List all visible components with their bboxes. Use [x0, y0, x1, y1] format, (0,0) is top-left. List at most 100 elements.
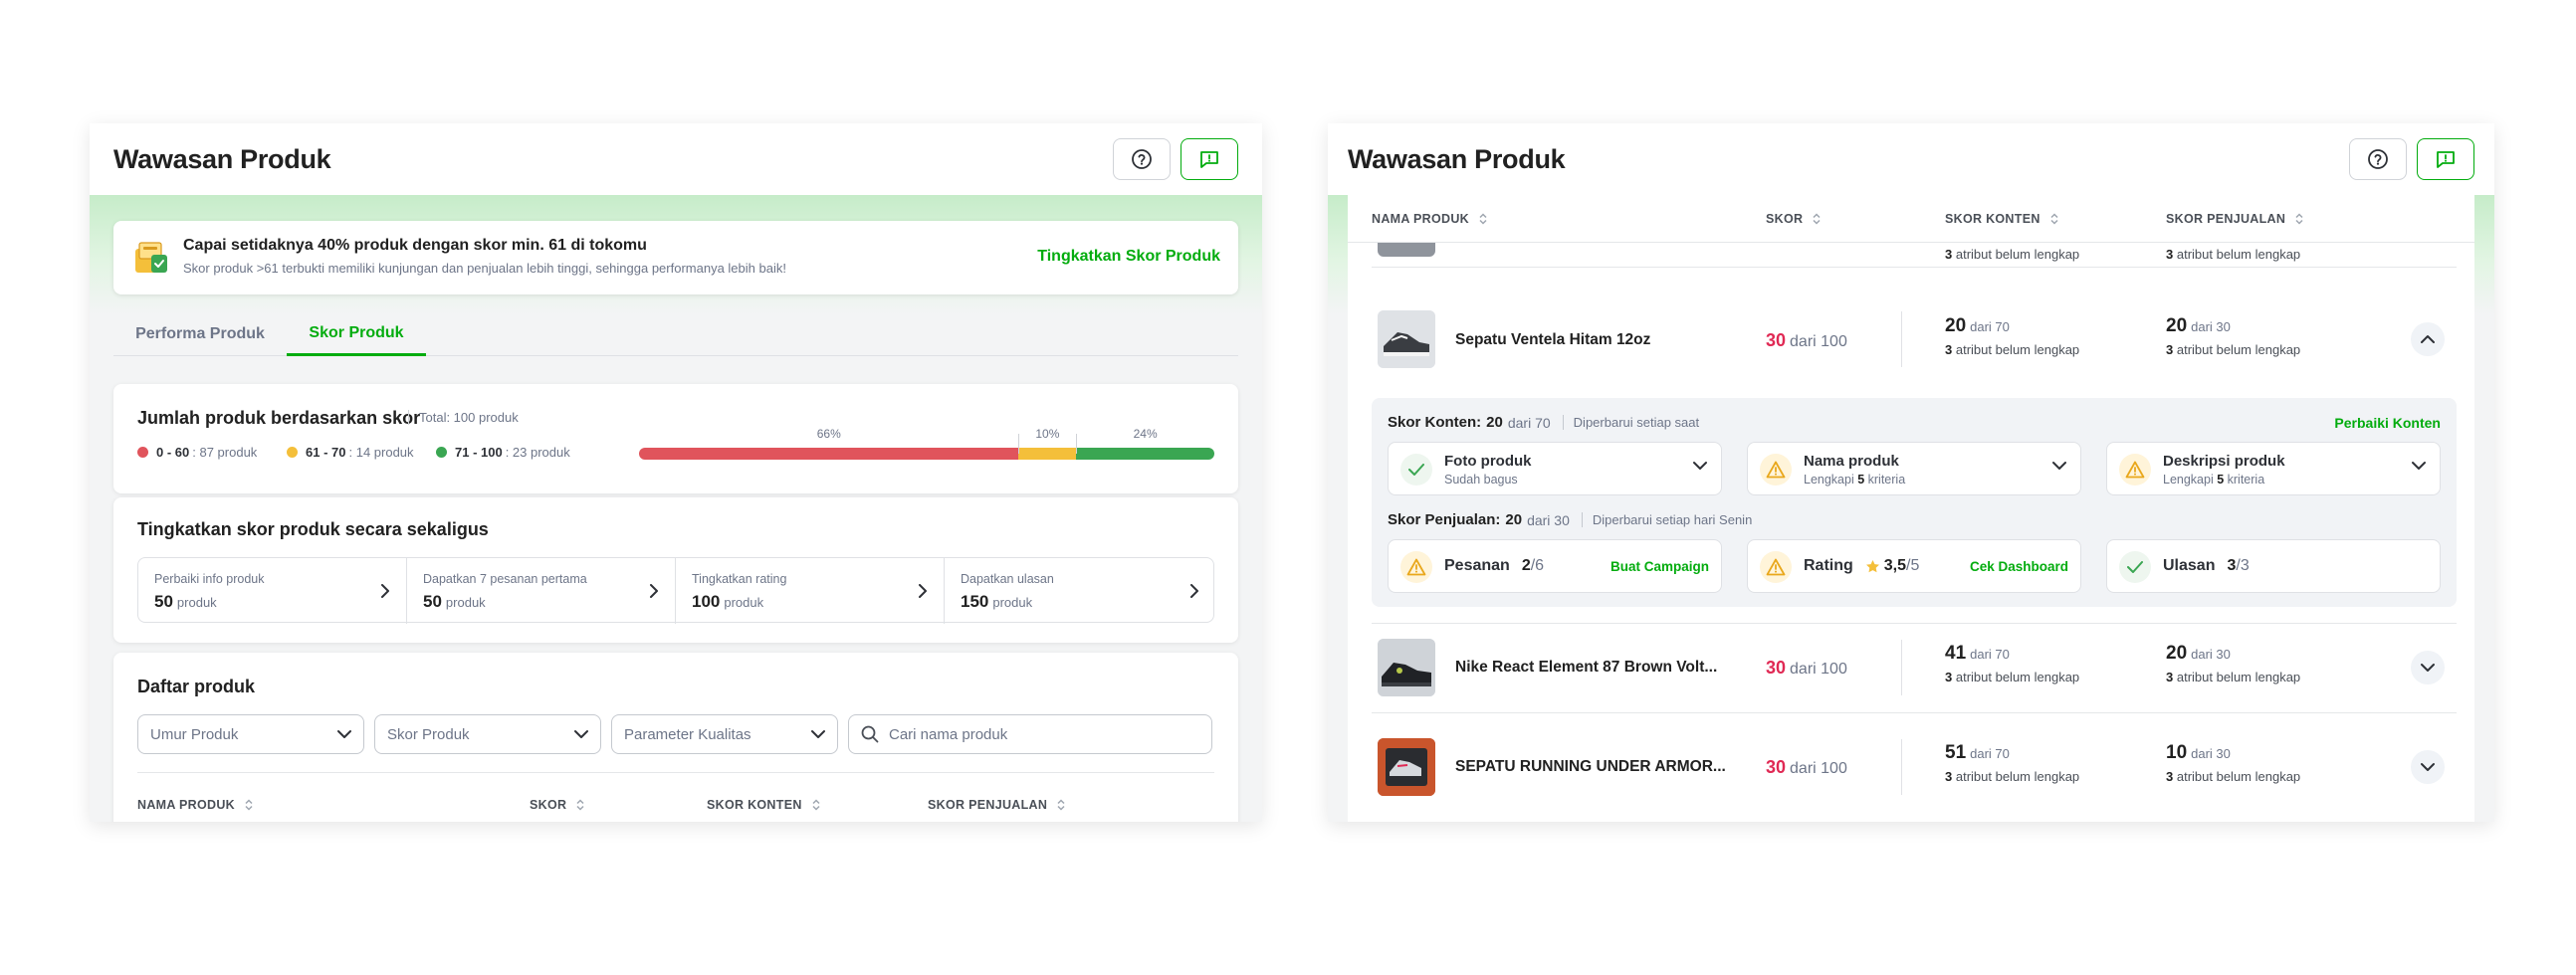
- product-thumbnail: [1378, 639, 1435, 696]
- chevron-right-icon: [1190, 584, 1198, 598]
- bulk-improve-card: Tingkatkan skor produk secara sekaligus …: [113, 497, 1238, 643]
- penjualan-score: 10 dari 30: [2166, 742, 2231, 763]
- sort-icon: [812, 799, 820, 811]
- create-campaign-link[interactable]: Buat Campaign: [1610, 559, 1709, 574]
- improve-actions: Perbaiki info produk 50 produk Dapatkan 7…: [137, 557, 1215, 624]
- legend-dot: [287, 447, 298, 458]
- filter-label: Parameter Kualitas: [624, 725, 751, 743]
- sort-icon: [576, 799, 584, 811]
- search-input[interactable]: Cari nama produk: [848, 714, 1212, 754]
- fix-content-link[interactable]: Perbaiki Konten: [2334, 415, 2441, 431]
- criteria-title: Foto produk: [1444, 453, 1532, 470]
- banner-subtitle: Skor produk >61 terbukti memiliki kunjun…: [183, 261, 786, 276]
- penjualan-score: 20 dari 30: [2166, 643, 2231, 664]
- page-title: Wawasan Produk: [1348, 143, 1566, 174]
- product-thumbnail: [1378, 738, 1435, 796]
- penjualan-detail-header: Skor Penjualan: 20 dari 30 Diperbarui setia…: [1388, 511, 1753, 528]
- score-target-banner: Capai setidaknya 40% produk dengan skor …: [113, 221, 1238, 294]
- help-icon: [2368, 149, 2388, 169]
- column-header-skor-konten[interactable]: SKOR KONTEN: [707, 798, 820, 812]
- chevron-right-icon: [919, 584, 927, 598]
- column-header-nama-produk[interactable]: NAMA PRODUK: [137, 798, 253, 812]
- criteria-deskripsi-produk[interactable]: Deskripsi produk Lengkapi 5 kriteria: [2106, 442, 2441, 495]
- criteria-foto-produk[interactable]: Foto produk Sudah bagus: [1388, 442, 1722, 495]
- action-label: Dapatkan ulasan: [961, 572, 1054, 586]
- filter-parameter-kualitas[interactable]: Parameter Kualitas: [611, 714, 838, 754]
- product-score: 30 dari 100: [1766, 658, 1847, 678]
- distribution-tick: [1076, 434, 1078, 454]
- action-label: Perbaiki info produk: [154, 572, 265, 586]
- tab-bar: Performa Produk Skor Produk: [113, 312, 1238, 356]
- star-icon: [1865, 559, 1879, 572]
- konten-note: 3 atribut belum lengkap: [1945, 670, 2080, 684]
- sort-icon: [1813, 213, 1821, 225]
- criteria-nama-produk[interactable]: Nama produk Lengkapi 5 kriteria: [1747, 442, 2081, 495]
- product-name[interactable]: Nike React Element 87 Brown Volt...: [1455, 659, 1717, 677]
- check-icon: [1400, 454, 1432, 486]
- tab-performa-produk[interactable]: Performa Produk: [113, 312, 287, 356]
- divider: [137, 772, 1214, 773]
- warning-icon: [2119, 454, 2151, 486]
- chevron-right-icon: [650, 584, 658, 598]
- expand-row-button[interactable]: [2411, 750, 2445, 784]
- action-reviews[interactable]: Dapatkan ulasan 150 produk: [945, 558, 1215, 624]
- feedback-button[interactable]: [2417, 138, 2474, 180]
- konten-score: 20 dari 70: [1945, 315, 2010, 336]
- distribution-segment-label: 10%: [1035, 427, 1060, 441]
- column-header-skor-penjualan[interactable]: SKOR PENJUALAN: [928, 798, 1065, 812]
- check-icon: [2119, 551, 2151, 583]
- tab-skor-produk[interactable]: Skor Produk: [287, 312, 426, 356]
- action-value: 50 produk: [423, 592, 486, 611]
- help-button[interactable]: [2349, 138, 2407, 180]
- search-icon: [861, 725, 879, 743]
- criteria-title: Deskripsi produk: [2163, 453, 2285, 470]
- row-divider: [1372, 267, 2457, 268]
- filter-umur-produk[interactable]: Umur Produk: [137, 714, 364, 754]
- action-first-orders[interactable]: Dapatkan 7 pesanan pertama 50 produk: [407, 558, 676, 624]
- legend-range: 71 - 100: [455, 445, 503, 460]
- product-thumbnail: [1378, 310, 1435, 368]
- sort-icon: [1057, 799, 1065, 811]
- check-dashboard-link[interactable]: Cek Dashboard: [1970, 559, 2068, 574]
- divider: [1901, 739, 1902, 795]
- collapse-row-button[interactable]: [2411, 322, 2445, 356]
- action-rating[interactable]: Tingkatkan rating 100 produk: [676, 558, 945, 624]
- distribution-segment: [639, 448, 1019, 460]
- feedback-button[interactable]: [1181, 138, 1238, 180]
- chevron-down-icon: [574, 730, 588, 738]
- column-header-nama-produk[interactable]: NAMA PRODUK: [1372, 212, 1487, 226]
- expand-row-button[interactable]: [2411, 651, 2445, 684]
- filter-skor-produk[interactable]: Skor Produk: [374, 714, 601, 754]
- column-header-skor[interactable]: SKOR: [1766, 212, 1821, 226]
- panel-header: Wawasan Produk: [1328, 123, 2494, 195]
- product-name[interactable]: Sepatu Ventela Hitam 12oz: [1455, 331, 1650, 349]
- row-divider: [1372, 712, 2457, 713]
- sort-icon: [2295, 213, 2303, 225]
- bulk-improve-title: Tingkatkan skor produk secara sekaligus: [137, 519, 489, 539]
- distribution-tick: [1018, 434, 1020, 454]
- column-header-skor-konten[interactable]: SKOR KONTEN: [1945, 212, 2058, 226]
- action-fix-info[interactable]: Perbaiki info produk 50 produk: [138, 558, 407, 624]
- legend-dot: [436, 447, 447, 458]
- column-header-skor[interactable]: SKOR: [530, 798, 584, 812]
- chevron-up-icon: [2421, 335, 2435, 343]
- improve-score-link[interactable]: Tingkatkan Skor Produk: [1037, 248, 1220, 266]
- penjualan-note: 3 atribut belum lengkap: [2166, 670, 2301, 684]
- score-distribution-card: Jumlah produk berdasarkan skor Total: 10…: [113, 384, 1238, 493]
- penjualan-score: 20 dari 30: [2166, 315, 2231, 336]
- legend-count: : 23 produk: [505, 445, 570, 460]
- criteria-value: Ulasan 3/3: [2163, 557, 2250, 574]
- sort-icon: [2050, 213, 2058, 225]
- action-value: 150 produk: [961, 592, 1033, 611]
- legend-count: : 14 produk: [348, 445, 414, 460]
- warning-icon: [1400, 551, 1432, 583]
- help-button[interactable]: [1113, 138, 1171, 180]
- product-box-icon: [135, 242, 167, 273]
- divider: [1901, 640, 1902, 695]
- chevron-down-icon: [337, 730, 351, 738]
- product-name[interactable]: SEPATU RUNNING UNDER ARMOR...: [1455, 758, 1726, 776]
- shoe-image: [1378, 738, 1435, 796]
- sort-icon: [1479, 213, 1487, 225]
- column-header-skor-penjualan[interactable]: SKOR PENJUALAN: [2166, 212, 2303, 226]
- chevron-down-icon: [811, 730, 825, 738]
